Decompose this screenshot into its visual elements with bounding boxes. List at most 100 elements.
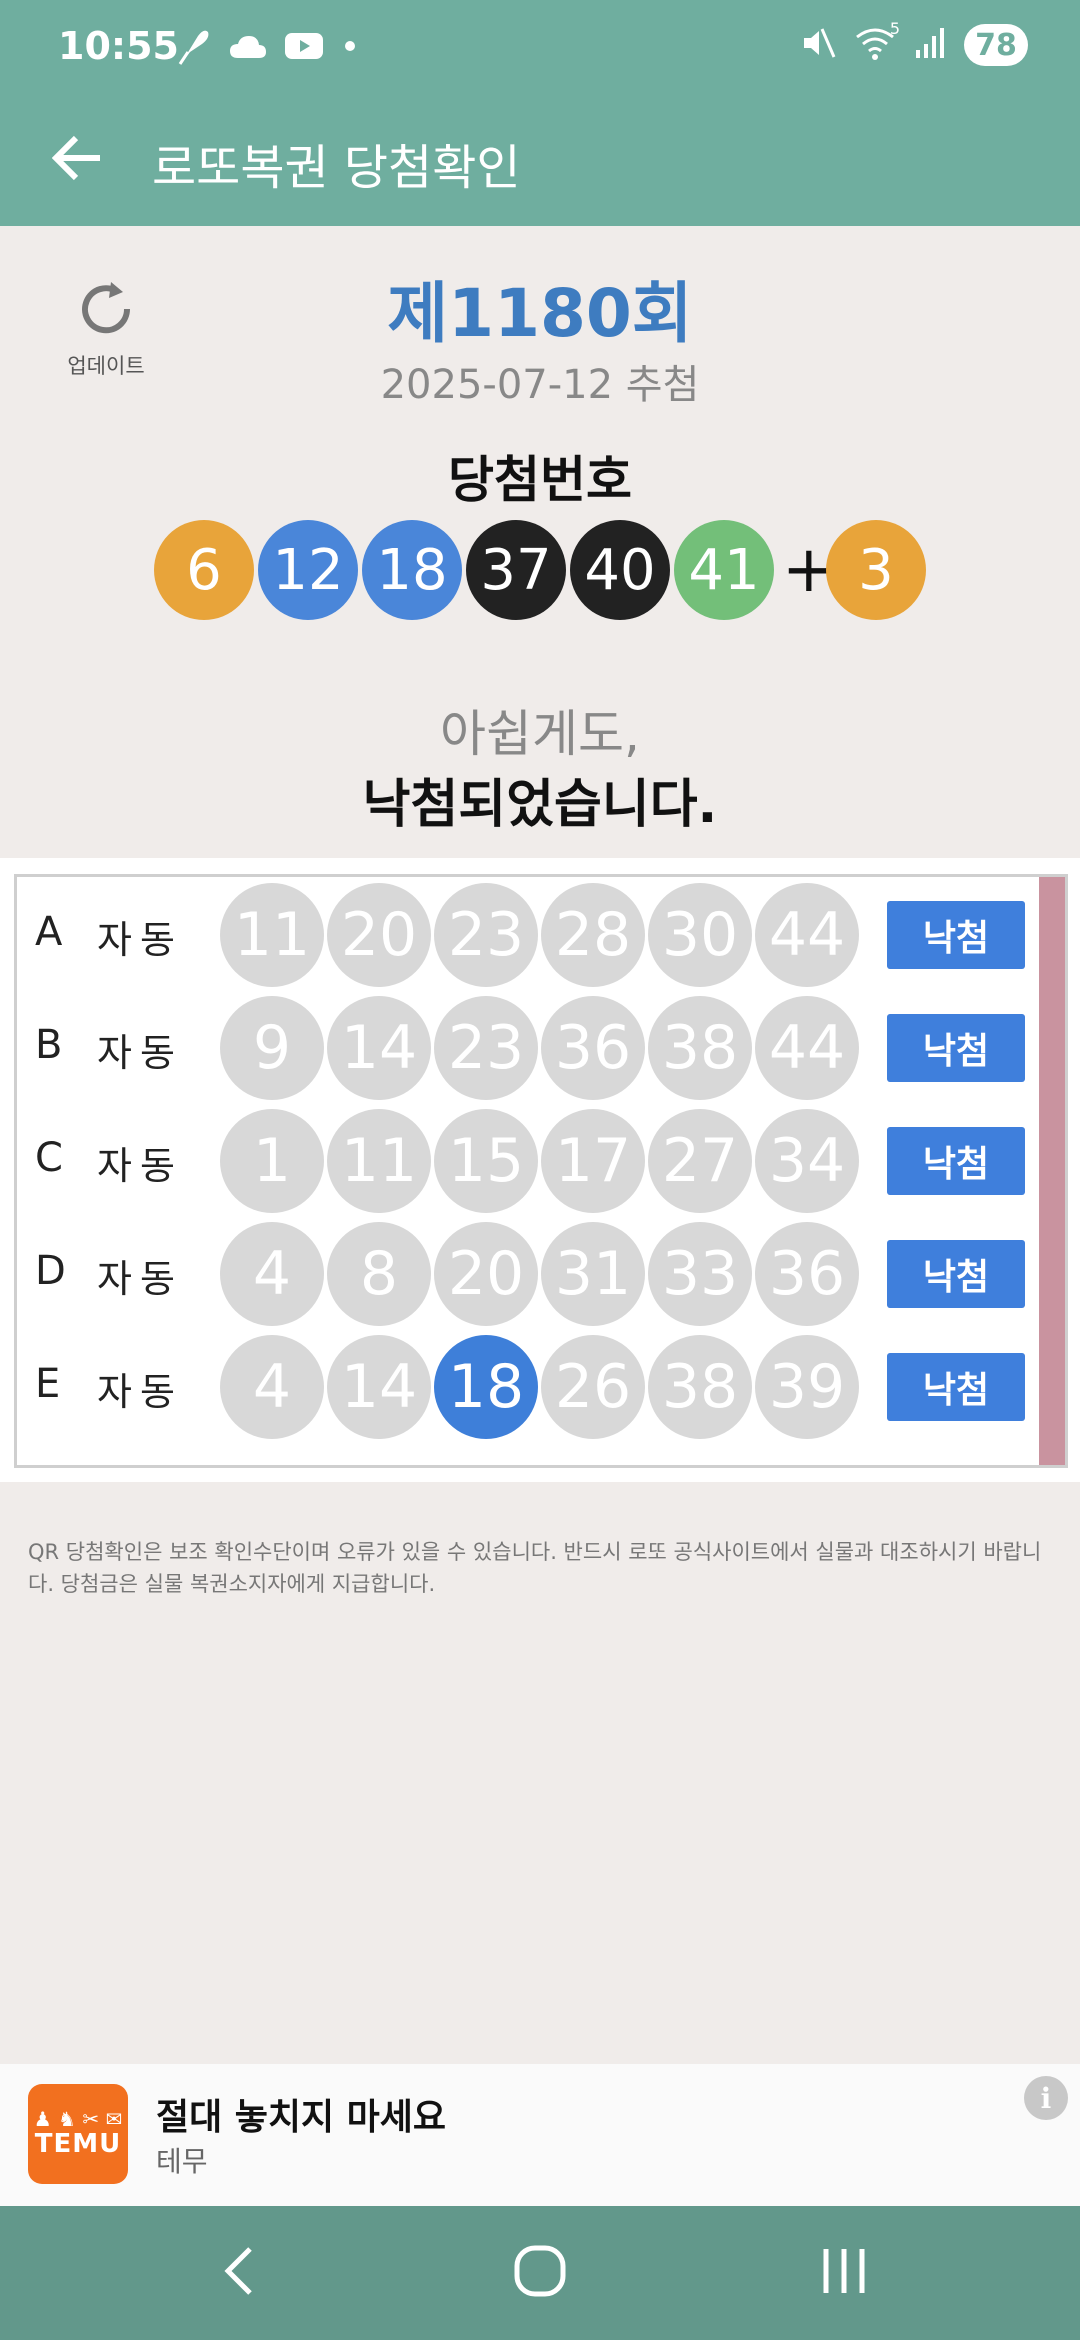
system-nav-bar bbox=[0, 2206, 1080, 2340]
game-number-ball: 38 bbox=[648, 1335, 752, 1439]
game-number-ball: 44 bbox=[755, 996, 859, 1100]
game-number-ball: 28 bbox=[541, 883, 645, 987]
game-result-button[interactable]: 낙첨 bbox=[887, 1014, 1025, 1082]
cloud-icon bbox=[228, 32, 268, 64]
game-number-ball: 36 bbox=[541, 996, 645, 1100]
game-row-b: B 자동 9 14 23 36 38 44 낙첨 bbox=[17, 992, 1037, 1105]
disclaimer-text: QR 당첨확인은 보조 확인수단이며 오류가 있을 수 있습니다. 반드시 로또… bbox=[28, 1540, 1042, 1596]
game-result-button[interactable]: 낙첨 bbox=[887, 1127, 1025, 1195]
status-notification-icons bbox=[176, 26, 360, 70]
game-numbers: 4 8 20 31 33 36 bbox=[220, 1222, 862, 1326]
game-number-ball: 20 bbox=[434, 1222, 538, 1326]
status-bar: 10:55 5 78 bbox=[0, 0, 1080, 98]
game-number-ball: 27 bbox=[648, 1109, 752, 1213]
result-message-line2: 낙첨되었습니다. bbox=[362, 775, 718, 835]
game-row-e: E 자동 4 14 18 26 38 39 낙첨 bbox=[17, 1331, 1037, 1444]
app-bar: 로또복권 당첨확인 bbox=[0, 98, 1080, 226]
temu-logo-icons: ♟ ♞ ✂ ✉ bbox=[33, 2107, 123, 2131]
game-type: 자동 bbox=[97, 918, 183, 962]
bonus-number-ball: 3 bbox=[826, 520, 926, 620]
temu-logo-text: TEMU bbox=[34, 2129, 122, 2159]
winning-number-ball: 12 bbox=[258, 520, 358, 620]
game-number-ball: 23 bbox=[434, 996, 538, 1100]
game-number-ball: 4 bbox=[220, 1222, 324, 1326]
game-type: 자동 bbox=[97, 1144, 183, 1188]
back-arrow-icon bbox=[51, 134, 104, 186]
mute-icon bbox=[800, 25, 836, 65]
games-card[interactable]: A 자동 11 20 23 28 30 44 낙첨 B 자동 9 14 23 36 38 44 낙첨 C 자동 1 11 1… bbox=[14, 874, 1068, 1468]
game-type: 자동 bbox=[97, 1370, 183, 1414]
game-numbers: 9 14 23 36 38 44 bbox=[220, 996, 862, 1100]
nav-back-button[interactable] bbox=[200, 2236, 280, 2310]
status-system-icons: 5 78 bbox=[800, 19, 1028, 66]
ad-info-icon[interactable]: i bbox=[1024, 2076, 1068, 2120]
winning-numbers-label: 당첨번호 bbox=[448, 451, 632, 509]
game-result-button[interactable]: 낙첨 bbox=[887, 1353, 1025, 1421]
winning-numbers-row: 6 12 18 37 40 41 +3 bbox=[154, 520, 930, 620]
game-row-c: C 자동 1 11 15 17 27 34 낙첨 bbox=[17, 1105, 1037, 1218]
nav-recents-icon bbox=[816, 2243, 872, 2303]
game-number-ball: 39 bbox=[755, 1335, 859, 1439]
feather-icon bbox=[176, 26, 212, 70]
game-row-a: A 자동 11 20 23 28 30 44 낙첨 bbox=[17, 879, 1037, 992]
game-numbers: 1 11 15 17 27 34 bbox=[220, 1109, 862, 1213]
games-scrollbar[interactable] bbox=[1039, 877, 1065, 1465]
game-letter: E bbox=[35, 1361, 61, 1407]
temu-logo: ♟ ♞ ✂ ✉ TEMU bbox=[28, 2084, 128, 2184]
draw-result-section: 업데이트 제1180회 2025-07-12 추첨 당첨번호 6 12 18 37 40… bbox=[0, 226, 1080, 858]
nav-home-button[interactable] bbox=[500, 2236, 580, 2310]
game-numbers: 4 14 18 26 38 39 bbox=[220, 1335, 862, 1439]
draw-date: 2025-07-12 추첨 bbox=[380, 362, 700, 408]
bonus-plus-sign: + bbox=[782, 533, 836, 607]
nav-home-icon bbox=[512, 2243, 568, 2303]
game-number-ball: 44 bbox=[755, 883, 859, 987]
signal-icon bbox=[914, 26, 946, 64]
game-type: 자동 bbox=[97, 1031, 183, 1075]
game-number-ball: 17 bbox=[541, 1109, 645, 1213]
game-number-ball: 14 bbox=[327, 1335, 431, 1439]
game-numbers: 11 20 23 28 30 44 bbox=[220, 883, 862, 987]
game-number-ball: 1 bbox=[220, 1109, 324, 1213]
nav-recents-button[interactable] bbox=[804, 2236, 884, 2310]
round-title: 제1180회 bbox=[387, 275, 693, 352]
game-number-ball: 8 bbox=[327, 1222, 431, 1326]
game-result-button[interactable]: 낙첨 bbox=[887, 901, 1025, 969]
game-letter: A bbox=[35, 909, 63, 955]
ad-subtitle: 테무 bbox=[156, 2145, 208, 2178]
back-button[interactable] bbox=[40, 122, 116, 198]
wifi-icon: 5 bbox=[854, 19, 900, 65]
matched-number-ball: 18 bbox=[434, 1335, 538, 1439]
status-time: 10:55 bbox=[58, 24, 179, 68]
youtube-icon bbox=[284, 31, 324, 65]
game-result-button[interactable]: 낙첨 bbox=[887, 1240, 1025, 1308]
game-number-ball: 36 bbox=[755, 1222, 859, 1326]
game-number-ball: 34 bbox=[755, 1109, 859, 1213]
game-number-ball: 11 bbox=[220, 883, 324, 987]
game-row-d: D 자동 4 8 20 31 33 36 낙첨 bbox=[17, 1218, 1037, 1331]
games-section: A 자동 11 20 23 28 30 44 낙첨 B 자동 9 14 23 36 38 44 낙첨 C 자동 1 11 1… bbox=[0, 858, 1080, 1482]
app-title: 로또복권 당첨확인 bbox=[152, 140, 521, 196]
nav-back-icon bbox=[220, 2243, 260, 2303]
game-number-ball: 23 bbox=[434, 883, 538, 987]
game-letter: B bbox=[35, 1022, 63, 1068]
game-number-ball: 38 bbox=[648, 996, 752, 1100]
battery-indicator: 78 bbox=[964, 24, 1028, 66]
ad-title: 절대 놓치지 마세요 bbox=[156, 2097, 447, 2138]
wifi-band-label: 5 bbox=[889, 19, 900, 38]
game-letter: D bbox=[35, 1248, 66, 1294]
game-number-ball: 30 bbox=[648, 883, 752, 987]
game-number-ball: 9 bbox=[220, 996, 324, 1100]
game-number-ball: 26 bbox=[541, 1335, 645, 1439]
result-message-line1: 아쉽게도, bbox=[440, 705, 640, 763]
winning-number-ball: 40 bbox=[570, 520, 670, 620]
game-number-ball: 33 bbox=[648, 1222, 752, 1326]
game-number-ball: 15 bbox=[434, 1109, 538, 1213]
game-number-ball: 4 bbox=[220, 1335, 324, 1439]
game-letter: C bbox=[35, 1135, 63, 1181]
winning-number-ball: 41 bbox=[674, 520, 774, 620]
game-number-ball: 20 bbox=[327, 883, 431, 987]
winning-number-ball: 18 bbox=[362, 520, 462, 620]
dot-icon bbox=[340, 36, 360, 60]
ad-banner[interactable]: ♟ ♞ ✂ ✉ TEMU 절대 놓치지 마세요 테무 i bbox=[0, 2064, 1080, 2206]
game-number-ball: 11 bbox=[327, 1109, 431, 1213]
